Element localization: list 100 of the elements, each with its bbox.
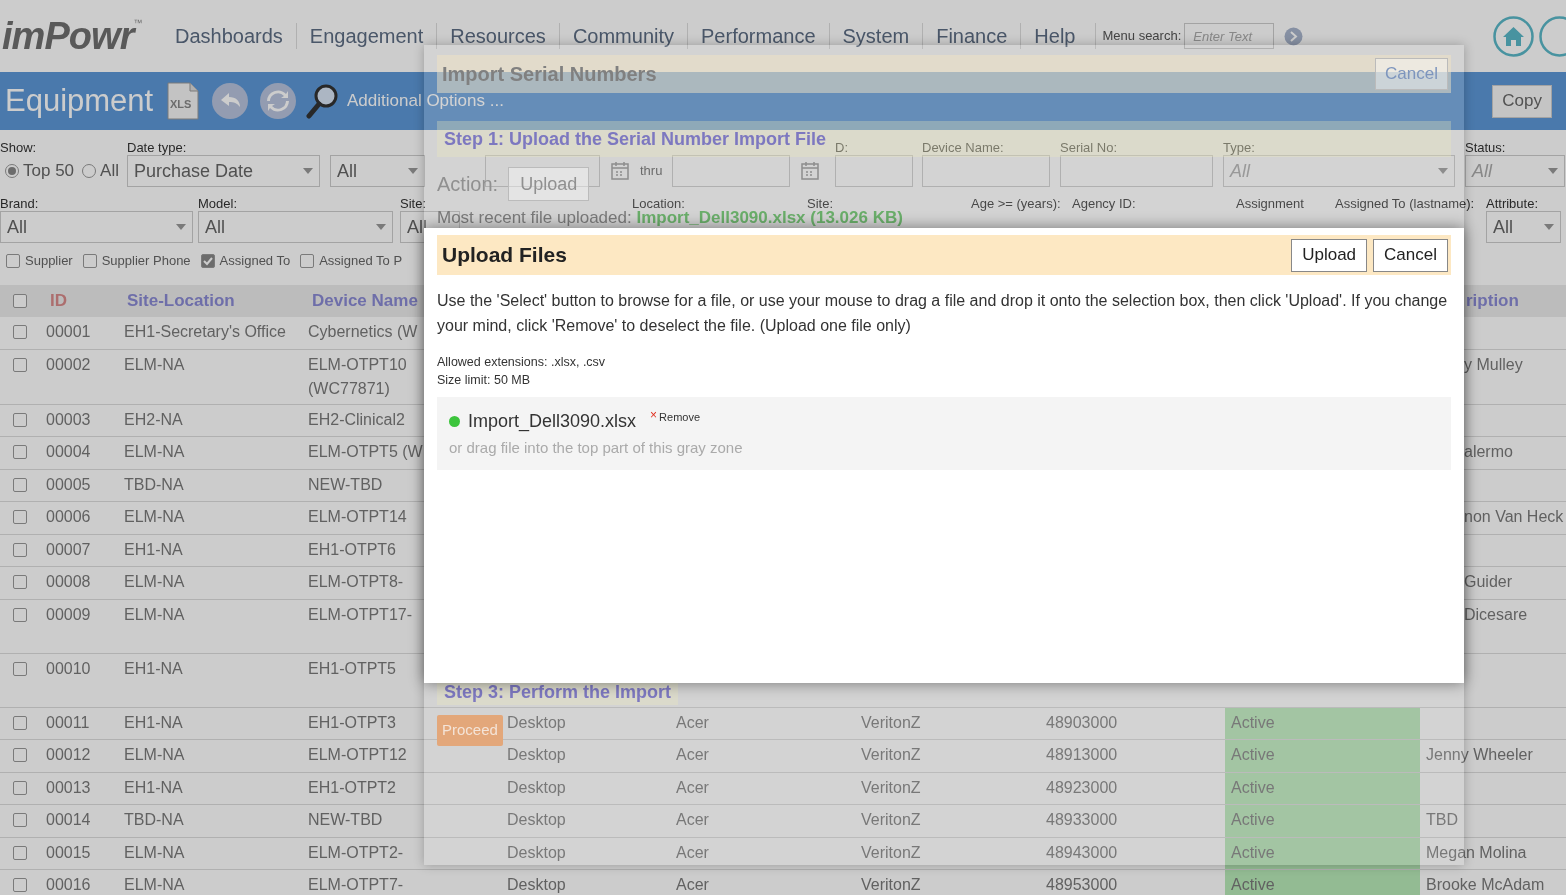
checkbox[interactable] — [200, 254, 215, 268]
checkbox[interactable] — [300, 254, 315, 268]
search-icon[interactable] — [306, 83, 340, 119]
table-cell: 00013 — [46, 778, 91, 796]
nav-link[interactable]: Finance — [922, 23, 1021, 49]
radio-label: All — [100, 160, 119, 182]
table-cell: 00005 — [46, 475, 91, 493]
table-cell: 48943000 — [1046, 843, 1118, 861]
filter-label: Site: — [807, 195, 833, 211]
table-cell: ELM-OTPT14 — [308, 508, 407, 525]
table-cell: EH1-NA — [124, 540, 183, 558]
table-cell: 00014 — [46, 811, 91, 828]
checkbox[interactable] — [13, 445, 27, 459]
dialog-title: Upload Files — [442, 242, 567, 269]
file-type-label: XLS — [170, 97, 192, 112]
dialog-button[interactable]: Cancel — [1373, 238, 1448, 272]
go-icon[interactable] — [1284, 26, 1304, 46]
search-field[interactable]: Enter Text — [1184, 23, 1275, 49]
table-cell: EH1-NA — [124, 713, 183, 731]
step-heading: Step 1: Upload the Serial Number Import File — [444, 127, 827, 151]
calendar-icon[interactable] — [800, 161, 820, 181]
checkbox-label: Supplier Phone — [101, 252, 191, 271]
calendar-icon[interactable] — [610, 161, 630, 181]
table-cell: Desktop — [507, 746, 566, 763]
checkbox[interactable] — [13, 607, 27, 622]
checkbox[interactable] — [13, 542, 27, 557]
checkbox[interactable] — [82, 254, 97, 268]
table-cell: NEW-TBD — [308, 475, 383, 493]
checkbox[interactable] — [13, 748, 27, 762]
table-cell: 00009 — [46, 605, 91, 623]
table-cell: Cybernetics (W — [308, 323, 418, 340]
nav-link[interactable]: Community — [558, 23, 687, 49]
table-cell: Desktop — [507, 713, 566, 731]
table-cell: Desktop — [507, 811, 566, 828]
table-cell: 00003 — [46, 410, 91, 428]
home-icon[interactable] — [1493, 15, 1534, 57]
checkbox[interactable] — [13, 813, 27, 827]
table-cell: 48953000 — [1046, 876, 1118, 893]
dropdown[interactable]: All — [0, 211, 193, 243]
nav-link[interactable]: Performance — [687, 23, 829, 49]
table-cell: 00004 — [46, 443, 91, 460]
dropdown[interactable]: All — [330, 155, 425, 187]
nav-link[interactable]: Engagement — [295, 23, 437, 49]
checkbox[interactable] — [13, 477, 27, 492]
dropdown[interactable]: All — [198, 211, 393, 243]
drop-hint: or drag file into the top part of this gray zone — [449, 438, 744, 458]
refresh-icon[interactable] — [259, 82, 297, 120]
checkbox[interactable] — [13, 780, 27, 795]
radio-button[interactable] — [82, 163, 97, 178]
input-field[interactable] — [1060, 155, 1213, 187]
dialog-button[interactable]: Upload — [1291, 238, 1368, 272]
remove-link[interactable]: × Remove — [650, 409, 701, 426]
radio-button[interactable] — [5, 163, 19, 178]
checkbox[interactable] — [13, 294, 27, 308]
date-field[interactable] — [672, 155, 791, 187]
table-cell: Acer — [676, 811, 709, 828]
checkbox[interactable] — [13, 661, 27, 676]
file-name: Import_Dell3090.xlsx — [468, 410, 637, 433]
filter-label: Date type: — [127, 139, 187, 155]
checkbox[interactable] — [13, 412, 27, 427]
table-cell: VeritonZ — [861, 713, 921, 731]
table-cell: EH1-OTPT2 — [308, 778, 396, 796]
drop-zone[interactable]: Import_Dell3090.xlsx × Remove or drag file into the top part of this gray zone — [437, 397, 1451, 470]
checkbox[interactable] — [6, 254, 20, 268]
table-cell: TBD-NA — [124, 811, 184, 828]
checkbox[interactable] — [13, 878, 27, 892]
input-field[interactable] — [835, 155, 913, 187]
column-header[interactable]: Site-Location — [118, 288, 302, 314]
instructions-text: Use the 'Select' button to browse for a file, or use your mouse to drag a file and drop it onto the selection box, then click 'Upload'. If you change your mind, click 'Remove' to deselect the file. (Upload one file only) — [437, 291, 1449, 336]
dropdown[interactable]: Purchase Date — [127, 155, 320, 187]
checkbox[interactable] — [13, 325, 27, 339]
checkbox[interactable] — [13, 357, 27, 372]
table-cell: ELM-OTPT2- — [308, 843, 404, 861]
checkbox[interactable] — [13, 845, 27, 860]
nav-link[interactable]: Help — [1020, 23, 1089, 49]
table-cell: Active — [1231, 843, 1275, 861]
table-cell: ELM-NA — [124, 843, 185, 861]
upload-button[interactable]: Upload — [508, 167, 590, 201]
nav-link[interactable]: Resources — [436, 23, 559, 49]
input-field[interactable] — [922, 155, 1050, 187]
filter-label: Device Name: — [922, 139, 1004, 155]
document-icon[interactable] — [167, 82, 199, 120]
nav-link[interactable]: System — [828, 23, 923, 49]
table-cell: Brooke McAdam — [1426, 876, 1545, 893]
table-cell: EH2-NA — [124, 410, 183, 428]
caret-icon — [176, 224, 186, 230]
checkbox[interactable] — [13, 575, 27, 589]
table-cell: Jenny Wheeler — [1426, 746, 1533, 763]
checkbox[interactable] — [13, 510, 27, 524]
table-cell: Desktop — [507, 778, 566, 796]
checkbox[interactable] — [13, 715, 27, 730]
dropdown[interactable]: All — [1486, 211, 1561, 243]
table-cell: 00001 — [46, 323, 91, 340]
caret-icon — [1544, 224, 1554, 230]
filter-label: Status: — [1465, 139, 1506, 155]
caret-icon — [303, 168, 313, 174]
nav-link[interactable]: Dashboards — [162, 23, 296, 49]
filter-label: Site: — [400, 195, 426, 211]
table-cell: ELM-OTPT8- — [308, 573, 404, 590]
copy-button[interactable]: Copy — [1492, 84, 1552, 118]
